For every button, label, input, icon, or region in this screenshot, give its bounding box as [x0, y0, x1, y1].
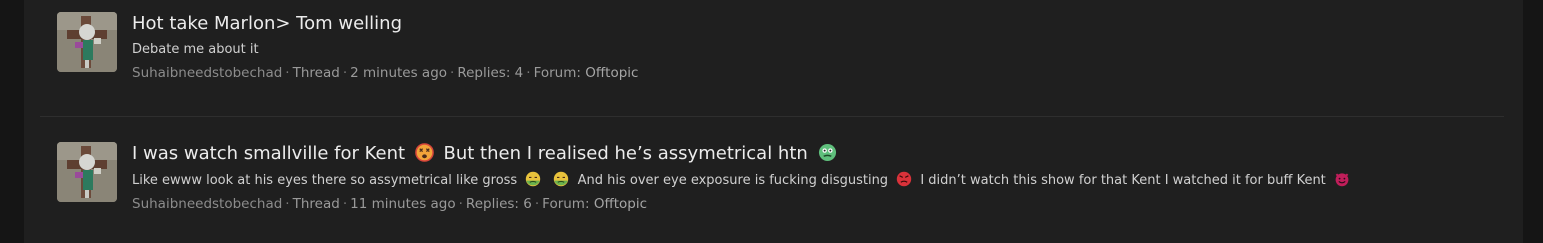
avatar[interactable]	[57, 12, 117, 72]
snippet-text: I didn’t watch this show for that Kent I…	[920, 173, 1326, 188]
zombie-face-emoji-icon	[818, 143, 836, 162]
forum-link[interactable]: Offtopic	[585, 65, 638, 81]
author-link[interactable]: Suhaibneedstobechad	[132, 65, 282, 81]
forum-label: Forum:	[542, 196, 590, 212]
meta-separator: ·	[342, 65, 348, 81]
meta-separator: ·	[285, 196, 290, 212]
avatar-image	[57, 142, 117, 202]
title-text: But then I realised he’s assymetrical ht…	[443, 143, 808, 164]
replies-label: Replies:	[465, 196, 519, 212]
timestamp: 11 minutes ago	[350, 196, 456, 212]
replies-count: 4	[514, 65, 524, 81]
content-type: Thread	[292, 65, 340, 81]
thread-title-link[interactable]: Hot take Marlon> Tom welling	[132, 12, 1497, 36]
nauseated-face-emoji-icon	[554, 171, 569, 187]
title-text: I was watch smallville for Kent	[132, 143, 406, 164]
meta-separator: ·	[450, 65, 455, 81]
avatar[interactable]	[57, 142, 117, 202]
avatar-image	[57, 12, 117, 72]
smiling-devil-emoji-icon	[1335, 173, 1349, 187]
thread-snippet: Like ewww look at his eyes there so assy…	[132, 171, 1497, 190]
thread-meta: Suhaibneedstobechad · Thread · 11 minutes ag…	[132, 195, 1497, 213]
snippet-text: Like ewww look at his eyes there so assy…	[132, 173, 518, 188]
result-divider	[40, 116, 1504, 117]
meta-separator: ·	[458, 196, 463, 212]
timestamp: 2 minutes ago	[350, 65, 448, 81]
thread-snippet: Debate me about it	[132, 42, 259, 57]
forum-link[interactable]: Offtopic	[594, 196, 647, 212]
meta-separator: ·	[342, 196, 348, 212]
meta-separator: ·	[285, 65, 290, 81]
meta-separator: ·	[534, 196, 540, 212]
nauseated-face-emoji-icon	[526, 171, 541, 187]
thread-meta: Suhaibneedstobechad · Thread · 2 minutes ago…	[132, 64, 1497, 82]
angry-face-emoji-icon	[897, 171, 912, 187]
meta-separator: ·	[526, 65, 531, 81]
dizzy-face-emoji-icon	[414, 143, 434, 162]
author-link[interactable]: Suhaibneedstobechad	[132, 196, 282, 212]
content-type: Thread	[292, 196, 340, 212]
snippet-text: And his over eye exposure is fucking dis…	[577, 173, 889, 188]
replies-count: 6	[523, 196, 532, 212]
thread-title-link[interactable]: I was watch smallville for Kent But then…	[132, 142, 1497, 166]
replies-label: Replies:	[457, 65, 511, 81]
search-results-panel: Hot take Marlon> Tom welling Debate me a…	[24, 0, 1523, 243]
page: Hot take Marlon> Tom welling Debate me a…	[0, 0, 1543, 243]
forum-label: Forum:	[533, 65, 581, 81]
